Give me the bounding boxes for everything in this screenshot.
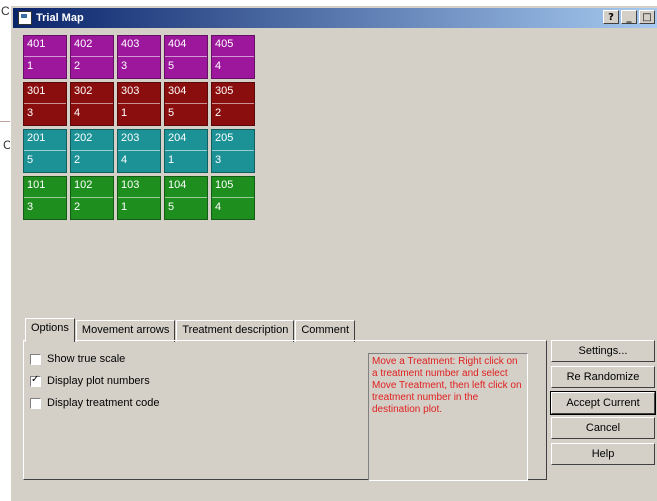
title-buttons: ? _ □ [603,10,655,24]
display-treatment-code-option[interactable]: Display treatment code [30,397,160,409]
plot-cell[interactable]: 303 1 [117,82,161,126]
plot-cell[interactable]: 101 3 [23,176,67,220]
plot-cell[interactable]: 403 3 [117,35,161,79]
plot-row: 201 5 202 2 203 4 204 1 205 3 [23,129,258,173]
treatment-number[interactable]: 1 [121,201,127,213]
treatment-number[interactable]: 4 [74,107,80,119]
plot-cell[interactable]: 301 3 [23,82,67,126]
title-bar[interactable]: Trial Map ? _ □ [13,8,657,28]
plot-cell[interactable]: 102 2 [70,176,114,220]
help-button[interactable]: Help [551,443,655,465]
background-line [0,121,10,122]
show-true-scale-label: Show true scale [47,353,126,365]
plot-number: 101 [27,179,46,191]
maximize-button[interactable]: □ [639,10,655,24]
plot-row: 401 1 402 2 403 3 404 5 405 4 [23,35,258,79]
minimize-button[interactable]: _ [621,10,637,24]
context-help-button[interactable]: ? [603,10,619,24]
plot-number: 204 [168,132,187,144]
plot-cell[interactable]: 203 4 [117,129,161,173]
plot-number: 201 [27,132,46,144]
plot-number: 402 [74,38,93,50]
plot-cell[interactable]: 304 5 [164,82,208,126]
plot-row: 301 3 302 4 303 1 304 5 305 2 [23,82,258,126]
treatment-number[interactable]: 4 [215,201,221,213]
tab-treatment-description[interactable]: Treatment description [176,320,295,342]
display-plot-numbers-option[interactable]: Display plot numbers [30,374,150,387]
treatment-number[interactable]: 4 [121,154,127,166]
treatment-number[interactable]: 5 [168,201,174,213]
treatment-number[interactable]: 2 [74,154,80,166]
show-true-scale-checkbox[interactable] [30,353,41,365]
plot-number: 202 [74,132,93,144]
treatment-number[interactable]: 3 [27,107,33,119]
plot-number: 305 [215,85,234,97]
plot-number: 302 [74,85,93,97]
plot-cell[interactable]: 105 4 [211,176,255,220]
plot-cell[interactable]: 201 5 [23,129,67,173]
treatment-number[interactable]: 1 [168,154,174,166]
plot-cell[interactable]: 405 4 [211,35,255,79]
treatment-number[interactable]: 2 [74,201,80,213]
display-plot-numbers-checkbox[interactable] [30,374,41,387]
trial-map-window: Trial Map ? _ □ 401 1 402 2 403 3 404 5 405 4 301 3… [10,5,657,501]
plot-cell[interactable]: 302 4 [70,82,114,126]
treatment-number[interactable]: 5 [168,107,174,119]
plot-cell[interactable]: 404 5 [164,35,208,79]
plot-number: 401 [27,38,46,50]
display-treatment-code-label: Display treatment code [47,397,160,409]
display-plot-numbers-label: Display plot numbers [47,375,150,387]
plot-cell[interactable]: 205 3 [211,129,255,173]
plot-number: 205 [215,132,234,144]
plot-number: 301 [27,85,46,97]
plot-number: 104 [168,179,187,191]
tab-comment[interactable]: Comment [295,320,356,342]
treatment-number[interactable]: 5 [168,60,174,72]
tab-movement-arrows[interactable]: Movement arrows [75,320,176,342]
plot-number: 105 [215,179,234,191]
accept-current-button[interactable]: Accept Current [550,391,656,415]
plot-cell[interactable]: 204 1 [164,129,208,173]
treatment-number[interactable]: 3 [121,60,127,72]
plot-number: 304 [168,85,187,97]
treatment-number[interactable]: 5 [27,154,33,166]
options-panel: Show true scale Display plot numbers Dis… [23,340,547,481]
tab-options[interactable]: Options [25,318,75,342]
treatment-number[interactable]: 2 [74,60,80,72]
treatment-number[interactable]: 4 [215,60,221,72]
plot-cell[interactable]: 402 2 [70,35,114,79]
treatment-number[interactable]: 3 [215,154,221,166]
plot-cell[interactable]: 401 1 [23,35,67,79]
treatment-number[interactable]: 2 [215,107,221,119]
plot-number: 404 [168,38,187,50]
treatment-number[interactable]: 1 [121,107,127,119]
show-true-scale-option[interactable]: Show true scale [30,353,125,365]
plot-cell[interactable]: 104 5 [164,176,208,220]
plot-cell[interactable]: 103 1 [117,176,161,220]
app-icon [18,11,32,25]
plot-number: 203 [121,132,140,144]
cancel-button[interactable]: Cancel [551,417,655,439]
treatment-number[interactable]: 1 [27,60,33,72]
plot-number: 405 [215,38,234,50]
background-text-fragment: C [1,4,10,18]
display-treatment-code-checkbox[interactable] [30,397,41,409]
plot-row: 101 3 102 2 103 1 104 5 105 4 [23,176,258,220]
plot-cell[interactable]: 305 2 [211,82,255,126]
treatment-number[interactable]: 3 [27,201,33,213]
settings-button[interactable]: Settings... [551,340,655,362]
plot-number: 403 [121,38,140,50]
plot-number: 103 [121,179,140,191]
plot-number: 303 [121,85,140,97]
plot-map: 401 1 402 2 403 3 404 5 405 4 301 3 302 4 303 1 304 5 305 2… [23,35,258,223]
rerandomize-button[interactable]: Re Randomize [551,366,655,388]
plot-number: 102 [74,179,93,191]
plot-cell[interactable]: 202 2 [70,129,114,173]
window-title: Trial Map [36,12,84,24]
tab-strip: Options Movement arrows Treatment descri… [25,318,356,342]
move-treatment-hint: Move a Treatment: Right click on a treat… [368,353,528,481]
